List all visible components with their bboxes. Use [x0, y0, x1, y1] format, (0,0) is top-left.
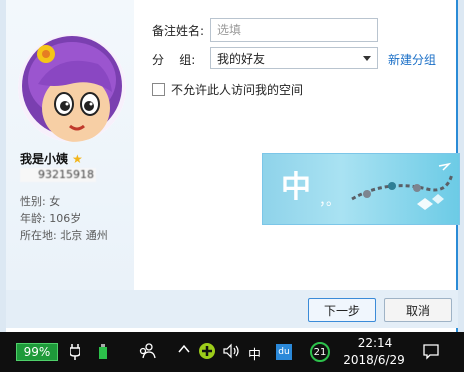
profile-panel: 我是小姨 ★ 93215918 性别: 女 年龄: 106岁 所在地: 北京 通… [6, 0, 134, 290]
new-group-link[interactable]: 新建分组 [388, 51, 436, 68]
ad-banner[interactable]: 中 ，。 [262, 153, 460, 225]
age-info: 年龄: 106岁 [20, 210, 81, 226]
next-button[interactable]: 下一步 [308, 298, 376, 322]
privacy-checkbox[interactable] [152, 83, 165, 96]
location-value: 北京 通州 [60, 229, 108, 242]
gender-label: 性别: [20, 195, 46, 208]
group-select[interactable]: 我的好友 [210, 47, 378, 69]
cartoon-avatar-icon [18, 34, 126, 142]
nickname: 我是小姨 [20, 152, 69, 166]
volume-icon[interactable] [222, 342, 240, 364]
people-icon[interactable] [138, 342, 156, 364]
remark-name-input[interactable] [210, 18, 378, 42]
group-label: 分 组: [152, 53, 196, 67]
ad-character: 中 [281, 170, 311, 205]
remark-label: 备注姓名: [152, 24, 205, 38]
action-center-icon[interactable] [422, 342, 440, 364]
gender-info: 性别: 女 [20, 193, 60, 209]
group-select-value: 我的好友 [217, 51, 266, 66]
nickname-row: 我是小姨 ★ [20, 150, 83, 167]
add-friend-dialog: 我是小姨 ★ 93215918 性别: 女 年龄: 106岁 所在地: 北京 通… [0, 0, 464, 332]
avatar [18, 34, 126, 142]
cancel-button[interactable]: 取消 [384, 298, 452, 322]
bracelet-image-icon [351, 162, 454, 210]
baidu-du-icon[interactable]: du [276, 344, 292, 360]
usb-device-icon[interactable] [98, 344, 108, 364]
gender-value: 女 [49, 195, 61, 208]
plus-app-icon[interactable] [198, 342, 216, 364]
notification-badge[interactable]: 21 [310, 342, 330, 362]
ime-indicator[interactable]: 中 [248, 344, 261, 363]
chevron-down-icon [363, 55, 371, 61]
star-icon: ★ [72, 151, 83, 166]
privacy-checkbox-row[interactable]: 不允许此人访问我的空间 [152, 81, 303, 98]
location-info: 所在地: 北京 通州 [20, 227, 108, 243]
clock-date[interactable]: 2018/6/29 [336, 353, 412, 367]
qq-number: 93215918 [20, 168, 96, 182]
age-value: 106岁 [49, 212, 82, 225]
age-label: 年龄: [20, 212, 46, 225]
plug-icon[interactable] [69, 344, 81, 364]
ad-punctuation: ，。 [319, 193, 340, 209]
location-label: 所在地: [20, 229, 57, 242]
clock-time[interactable]: 22:14 [350, 336, 400, 350]
battery-indicator[interactable]: 99% [16, 343, 58, 361]
chevron-up-icon[interactable] [178, 342, 190, 360]
privacy-checkbox-label: 不允许此人访问我的空间 [171, 83, 304, 97]
